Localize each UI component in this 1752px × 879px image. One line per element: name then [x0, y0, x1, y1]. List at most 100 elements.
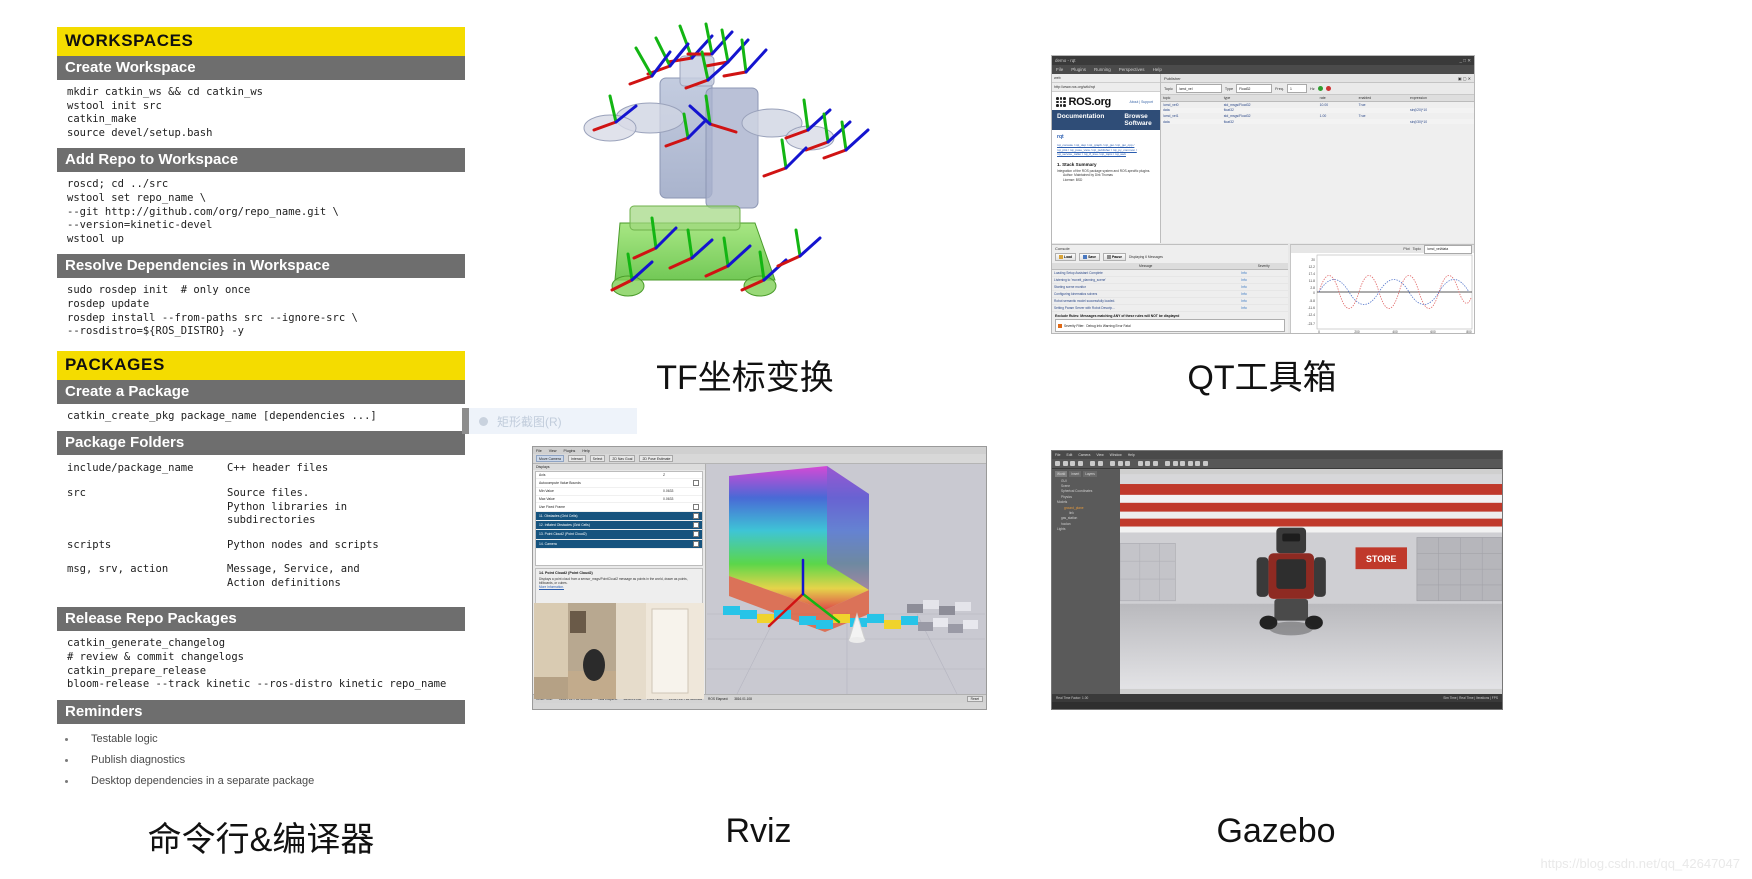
rqt-console-plugin[interactable]: Console Load Save Pause Displaying 6 Mes…	[1052, 244, 1288, 333]
rviz-3d-view[interactable]	[706, 464, 986, 694]
publisher-dock-controls[interactable]: ▣ ▢ ✕	[1458, 76, 1471, 81]
table-row[interactable]: Loading Setup Assistant Complete Info	[1052, 269, 1288, 277]
rqt-web-plugin[interactable]: web http://www.ros.org/wiki/rqt ROS.org …	[1052, 74, 1161, 243]
scale-icon[interactable]	[1077, 461, 1083, 466]
tree-item[interactable]: Use Fixed Frame	[536, 503, 702, 512]
box-icon[interactable]	[1110, 461, 1115, 466]
rviz-menubar[interactable]: File View Plugins Help	[533, 447, 986, 454]
remove-publisher-button[interactable]	[1325, 86, 1331, 91]
ros-link-line-3[interactable]: rqt_service_caller / rqt_tf_tree / rqt_t…	[1057, 152, 1155, 157]
tool-move-camera[interactable]: Move Camera	[536, 454, 564, 463]
tool-interact[interactable]: Interact	[567, 454, 586, 463]
translate-icon[interactable]	[1062, 461, 1068, 466]
menu-view[interactable]: View	[549, 449, 557, 453]
tree-item-lights[interactable]: Lights	[1055, 527, 1117, 532]
web-url-bar[interactable]: http://www.ros.org/wiki/rqt	[1052, 83, 1160, 92]
checkbox[interactable]	[693, 540, 699, 547]
tree-item[interactable]: Autocompute Value Bounds	[536, 479, 702, 489]
sphere-icon[interactable]	[1117, 461, 1123, 466]
table-row[interactable]: Setting Param Server with Robot Descrip.…	[1052, 304, 1288, 312]
menu-plugins[interactable]: Plugins	[564, 449, 576, 453]
menu-help[interactable]: Help	[582, 449, 589, 453]
menu-perspectives[interactable]: Perspectives	[1119, 67, 1145, 72]
paste-icon[interactable]	[1172, 461, 1178, 466]
checkbox[interactable]	[693, 513, 699, 520]
rqt-plot-plugin[interactable]: Plot Topic /cmd_vel/data 20 12.2 17.4 11…	[1290, 244, 1474, 333]
rotate-icon[interactable]	[1070, 461, 1075, 466]
topic-input[interactable]: /cmd_vel	[1175, 84, 1222, 93]
tab-world[interactable]: World	[1055, 471, 1068, 477]
menu-help[interactable]: Help	[1128, 453, 1135, 457]
tab-insert[interactable]: Insert	[1069, 471, 1082, 477]
checkbox[interactable]	[693, 480, 699, 487]
tree-item[interactable]: 11. Obstacles (Grid Cells)	[536, 511, 702, 522]
gazebo-3d-view[interactable]: STORE	[1120, 469, 1502, 694]
menu-camera[interactable]: Camera	[1078, 453, 1090, 457]
gazebo-scene-tree[interactable]: GUI Scene Spherical Coordinates Physics …	[1055, 479, 1117, 533]
copy-icon[interactable]	[1165, 461, 1170, 466]
window-controls[interactable]: _ □ ✕	[1460, 58, 1472, 64]
checkbox[interactable]	[693, 503, 699, 510]
undo-icon[interactable]	[1090, 461, 1095, 466]
tool-2d-nav-goal[interactable]: 2D Nav Goal	[609, 454, 636, 463]
add-publisher-button[interactable]	[1317, 86, 1323, 91]
table-row[interactable]: Starting scene monitor Info	[1052, 283, 1288, 291]
rviz-window[interactable]: File View Plugins Help Move Camera Inter…	[532, 446, 987, 710]
light-spot-icon[interactable]	[1145, 461, 1150, 466]
menu-running[interactable]: Running	[1094, 67, 1111, 72]
tool-select[interactable]: Select	[589, 454, 606, 463]
nav-documentation[interactable]: Documentation	[1057, 113, 1104, 127]
checkbox[interactable]	[693, 531, 699, 538]
light-directional-icon[interactable]	[1152, 461, 1158, 466]
tree-item[interactable]: Min Value 0.0633	[536, 488, 702, 496]
gazebo-toolbar[interactable]	[1052, 459, 1502, 469]
cursor-icon[interactable]	[1055, 461, 1060, 466]
menu-view[interactable]: View	[1096, 453, 1103, 457]
type-select[interactable]: Float32	[1236, 84, 1273, 93]
menu-file[interactable]: File	[1055, 453, 1060, 457]
tree-item[interactable]: 12. Inflated Obstacles (Grid Cells)	[536, 521, 702, 531]
console-save-button[interactable]: Save	[1079, 253, 1101, 261]
rviz-displays-panel[interactable]: Displays Axis Z Autocompute Value Bounds…	[533, 464, 706, 699]
light-point-icon[interactable]	[1137, 461, 1143, 466]
menu-help[interactable]: Help	[1153, 67, 1162, 72]
tool-2d-pose-estimate[interactable]: 2D Pose Estimate	[639, 454, 674, 463]
log-icon[interactable]	[1202, 461, 1208, 466]
rqt-publisher-plugin[interactable]: Publisher ▣ ▢ ✕ Topic /cmd_vel Type Floa…	[1161, 74, 1474, 243]
menu-file[interactable]: File	[536, 449, 542, 453]
table-row[interactable]: data float32 sin(i/30)*10	[1161, 118, 1474, 125]
rviz-toolbar[interactable]: Move Camera Interact Select 2D Nav Goal …	[533, 454, 986, 464]
tree-item[interactable]: Axis Z	[536, 472, 702, 480]
tree-item[interactable]: 14. Camera	[536, 539, 702, 549]
menu-edit[interactable]: Edit	[1066, 453, 1072, 457]
freq-input[interactable]: 1	[1286, 84, 1307, 93]
gazebo-tabs[interactable]: World Insert Layers	[1055, 471, 1117, 477]
menu-file[interactable]: File	[1056, 67, 1063, 72]
exclude-filter-value[interactable]: Debug Info Warning Error Fatal	[1086, 324, 1130, 328]
rqt-window[interactable]: demo - rqt _ □ ✕ File Plugins Running Pe…	[1051, 55, 1475, 334]
description-link[interactable]: More Information.	[539, 585, 699, 589]
nav-browse-software[interactable]: Browse Software	[1124, 113, 1155, 127]
table-row[interactable]: Robot semantic model successfully loaded…	[1052, 297, 1288, 305]
publisher-toolbar[interactable]: Topic /cmd_vel Type Float32 Freq. 1 Hz	[1161, 83, 1474, 95]
tab-layers[interactable]: Layers	[1083, 471, 1097, 477]
gazebo-world-panel[interactable]: World Insert Layers GUI Scene Spherical …	[1052, 469, 1120, 694]
checkbox[interactable]	[693, 522, 699, 529]
ros-header-links[interactable]: About | Support	[1129, 100, 1156, 104]
rqt-menubar[interactable]: File Plugins Running Perspectives Help	[1052, 65, 1474, 74]
table-row[interactable]: Configuring kinematics solvers Info	[1052, 290, 1288, 298]
tree-item[interactable]: 13. Point Cloud2 (Point Cloud2)	[536, 530, 702, 540]
redo-icon[interactable]	[1097, 461, 1103, 466]
console-pause-button[interactable]: Pause	[1103, 253, 1127, 261]
displays-tree[interactable]: Axis Z Autocompute Value Bounds Min Valu…	[535, 471, 703, 566]
table-row[interactable]: Listening to 'moveit_planning_scene' Inf…	[1052, 276, 1288, 284]
console-toolbar[interactable]: Load Save Pause Displaying 6 Messages	[1052, 252, 1288, 262]
cylinder-icon[interactable]	[1125, 461, 1130, 466]
tree-item[interactable]: Max Value 0.0633	[536, 496, 702, 503]
ros-navbar[interactable]: Documentation Browse Software	[1052, 110, 1160, 130]
gazebo-menubar[interactable]: File Edit Camera View Window Help	[1052, 451, 1502, 459]
snap-icon[interactable]	[1187, 461, 1193, 466]
snip-tool-tooltip[interactable]: 矩形截图(R)	[462, 408, 637, 434]
console-load-button[interactable]: Load	[1055, 253, 1077, 261]
screenshot-icon[interactable]	[1195, 461, 1200, 466]
